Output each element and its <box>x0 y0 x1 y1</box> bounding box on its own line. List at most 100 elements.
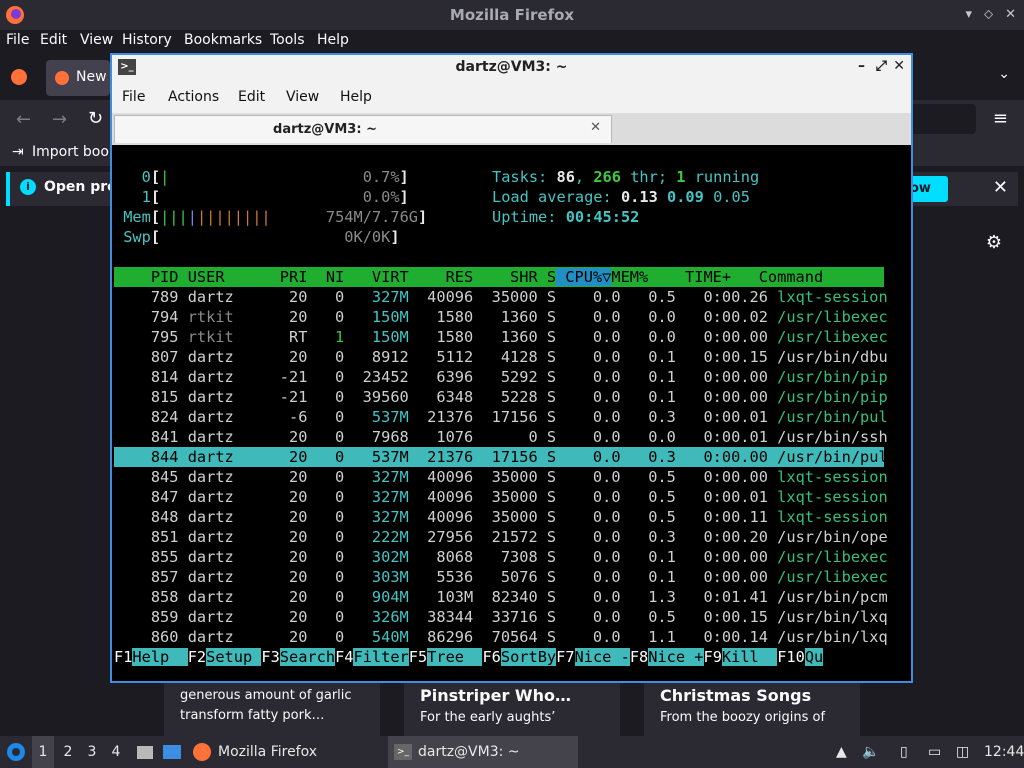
process-row[interactable]: 789 dartz 20 0 327M 40096 35000 S 0.0 0.… <box>114 287 888 307</box>
htop-screen[interactable]: 0[| 0.7%] 1[ 0.0%] Mem[|||||||||||| 754M… <box>114 147 909 681</box>
menu-actions[interactable]: Actions <box>168 89 219 105</box>
notification-button[interactable]: ow <box>910 176 948 202</box>
fkey-label-3[interactable]: Search <box>279 648 336 666</box>
fkey-label-10[interactable]: Qu <box>804 648 824 666</box>
volume-icon[interactable]: 🔈 <box>862 736 879 768</box>
menu-view[interactable]: View <box>286 89 319 105</box>
reload-icon[interactable]: ↻ <box>88 108 103 129</box>
show-desktop-icon[interactable] <box>162 736 182 768</box>
column-header-7[interactable]: S <box>538 268 556 286</box>
process-row[interactable]: 807 dartz 20 0 8912 5112 4128 S 0.0 0.1 … <box>114 347 888 367</box>
fkey-label-1[interactable]: Help <box>132 648 188 666</box>
notification-close-icon[interactable]: ✕ <box>993 177 1008 198</box>
network-icon[interactable]: ▭ <box>928 736 941 768</box>
menu-bookmarks[interactable]: Bookmarks <box>184 32 262 48</box>
import-bookmarks-link[interactable]: Import book <box>32 144 117 160</box>
process-row[interactable]: 794 rtkit 20 0 150M 1580 1360 S 0.0 0.0 … <box>114 307 888 327</box>
column-header-11[interactable]: Command <box>731 268 823 286</box>
desktop-2[interactable]: 2 <box>58 736 78 768</box>
column-header-8[interactable]: CPU%▽ <box>556 268 612 286</box>
process-row[interactable]: 847 dartz 20 0 327M 40096 35000 S 0.0 0.… <box>114 487 888 507</box>
process-row[interactable]: 858 dartz 20 0 904M 103M 82340 S 0.0 1.3… <box>114 587 888 607</box>
column-header-0[interactable]: PID <box>114 268 188 286</box>
forward-icon[interactable]: → <box>52 109 67 130</box>
menu-edit[interactable]: Edit <box>238 89 265 105</box>
fkey-4[interactable]: F4 <box>335 648 353 666</box>
process-row[interactable]: 848 dartz 20 0 327M 40096 35000 S 0.0 0.… <box>114 507 888 527</box>
process-row[interactable]: 859 dartz 20 0 326M 38344 33716 S 0.0 0.… <box>114 607 888 627</box>
start-menu-icon[interactable] <box>6 736 26 768</box>
process-row[interactable]: 855 dartz 20 0 302M 8068 7308 S 0.0 0.1 … <box>114 547 888 567</box>
url-bar-tail[interactable] <box>910 104 976 134</box>
column-header-4[interactable]: VIRT <box>344 268 409 286</box>
updates-icon[interactable]: ◫ <box>956 736 969 768</box>
fkey-6[interactable]: F6 <box>482 648 500 666</box>
column-header-1[interactable]: USER <box>188 268 271 286</box>
fkey-9[interactable]: F9 <box>704 648 722 666</box>
menu-history[interactable]: History <box>122 32 172 48</box>
maximize-icon[interactable]: ⤢ <box>876 58 887 74</box>
back-icon[interactable]: ← <box>16 109 31 130</box>
column-header-5[interactable]: RES <box>409 268 474 286</box>
story-card[interactable]: generous amount of garlic transform fatt… <box>164 680 380 736</box>
desktop-4[interactable]: 4 <box>106 736 126 768</box>
story-card[interactable]: Christmas Songs From the boozy origins o… <box>644 680 860 736</box>
settings-gear-icon[interactable]: ⚙ <box>986 232 1002 253</box>
fkey-2[interactable]: F2 <box>188 648 206 666</box>
menu-edit[interactable]: Edit <box>40 32 67 48</box>
list-tabs-icon[interactable]: ⌄ <box>998 66 1010 82</box>
fkey-1[interactable]: F1 <box>114 648 132 666</box>
process-row[interactable]: 860 dartz 20 0 540M 86296 70564 S 0.0 1.… <box>114 627 888 647</box>
column-header-6[interactable]: SHR <box>473 268 538 286</box>
process-row[interactable]: 841 dartz 20 0 7968 1076 0 S 0.0 0.0 0:0… <box>114 427 888 447</box>
clipboard-icon[interactable]: ▯ <box>900 736 908 768</box>
story-card[interactable]: Pinstriper Who… For the early aughts’ <box>404 680 620 736</box>
process-row[interactable]: 815 dartz -21 0 39560 6348 5228 S 0.0 0.… <box>114 387 888 407</box>
process-row[interactable]: 824 dartz -6 0 537M 21376 17156 S 0.0 0.… <box>114 407 888 427</box>
fkey-label-4[interactable]: Filter <box>353 648 409 666</box>
process-row[interactable]: 844 dartz 20 0 537M 21376 17156 S 0.0 0.… <box>114 447 888 467</box>
desktop-3[interactable]: 3 <box>82 736 102 768</box>
column-header-9[interactable]: MEM% <box>611 268 648 286</box>
fkey-label-2[interactable]: Setup <box>206 648 262 666</box>
tab-close-icon[interactable]: ✕ <box>590 120 601 135</box>
menu-file[interactable]: File <box>6 32 29 48</box>
fkey-7[interactable]: F7 <box>556 648 574 666</box>
tray-scroll-icon[interactable]: ▲ <box>836 736 847 768</box>
desktop-1[interactable]: 1 <box>32 736 54 768</box>
firefox-tab[interactable]: New <box>46 60 110 96</box>
file-manager-icon[interactable] <box>136 736 154 768</box>
process-row[interactable]: 851 dartz 20 0 222M 27956 21572 S 0.0 0.… <box>114 527 888 547</box>
process-row[interactable]: 845 dartz 20 0 327M 40096 35000 S 0.0 0.… <box>114 467 888 487</box>
fkey-label-8[interactable]: Nice + <box>648 648 704 666</box>
process-row[interactable]: 814 dartz -21 0 23452 6396 5292 S 0.0 0.… <box>114 367 888 387</box>
fkey-3[interactable]: F3 <box>261 648 279 666</box>
process-row[interactable]: 795 rtkit RT 1 150M 1580 1360 S 0.0 0.0 … <box>114 327 888 347</box>
menu-help[interactable]: Help <box>340 89 372 105</box>
fkey-8[interactable]: F8 <box>630 648 648 666</box>
close-icon[interactable]: ✕ <box>1005 7 1016 22</box>
taskbar-firefox[interactable]: Mozilla Firefox <box>192 736 382 768</box>
menu-tools[interactable]: Tools <box>270 32 305 48</box>
fkey-label-6[interactable]: SortBy <box>500 648 557 666</box>
minimize-icon[interactable]: – <box>858 58 865 74</box>
menu-file[interactable]: File <box>122 89 145 105</box>
minimize-icon[interactable]: ▾ <box>965 7 972 22</box>
column-header-3[interactable]: NI <box>307 268 344 286</box>
fkey-5[interactable]: F5 <box>409 648 427 666</box>
fkey-label-5[interactable]: Tree <box>427 648 483 666</box>
column-header-10[interactable]: TIME+ <box>648 268 731 286</box>
process-row[interactable]: 857 dartz 20 0 303M 5536 5076 S 0.0 0.1 … <box>114 567 888 587</box>
hamburger-menu-icon[interactable]: ≡ <box>993 108 1008 129</box>
maximize-icon[interactable]: ⬦ <box>984 7 993 22</box>
fkey-10[interactable]: F10 <box>777 648 805 666</box>
terminal-tab[interactable]: dartz@VM3: ~ ✕ <box>114 115 612 143</box>
taskbar-terminal[interactable]: >_ dartz@VM3: ~ <box>388 736 578 768</box>
close-icon[interactable]: ✕ <box>893 58 905 74</box>
fkey-label-9[interactable]: Kill <box>721 648 778 666</box>
fkey-label-7[interactable]: Nice - <box>574 648 630 666</box>
menu-view[interactable]: View <box>80 32 113 48</box>
firefox-view-icon[interactable] <box>10 68 28 86</box>
menu-help[interactable]: Help <box>317 32 349 48</box>
column-header-2[interactable]: PRI <box>271 268 308 286</box>
